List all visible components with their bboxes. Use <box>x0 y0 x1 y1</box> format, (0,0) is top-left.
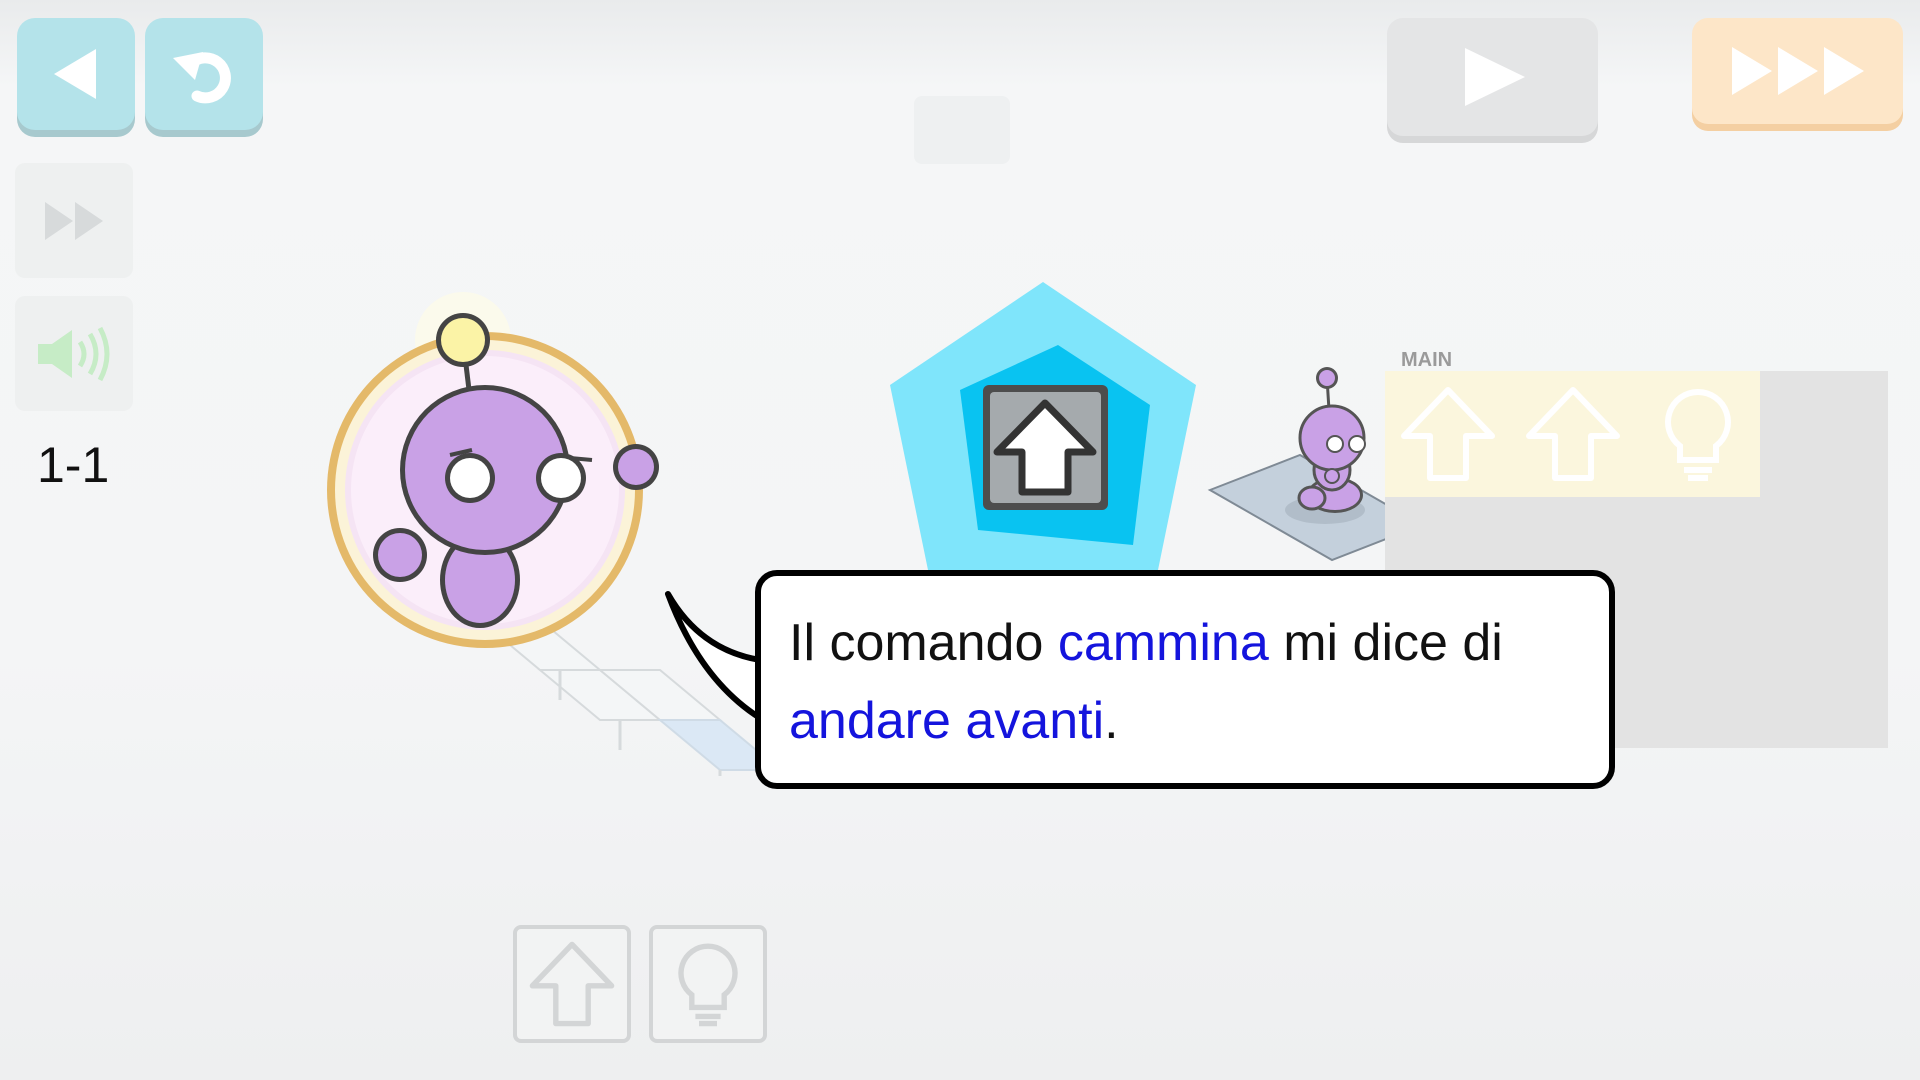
walk-command-highlight <box>890 282 1196 570</box>
back-button[interactable] <box>17 18 135 130</box>
dialog-bubble: Il comando cammina mi dice di andare ava… <box>755 570 1615 789</box>
lightbulb-icon <box>678 943 738 1027</box>
command-light[interactable] <box>649 925 767 1043</box>
dialog-text-3: . <box>1104 692 1119 750</box>
dialog-highlight-forward: andare avanti <box>789 692 1105 750</box>
undo-button[interactable] <box>145 18 263 130</box>
dialog-text-2: mi dice di <box>1268 614 1503 672</box>
fast-forward-button[interactable] <box>1692 18 1903 124</box>
sound-button[interactable] <box>15 296 133 411</box>
play-button[interactable] <box>1387 18 1598 136</box>
dialog-highlight-walk: cammina <box>1057 614 1269 672</box>
back-triangle-icon <box>54 49 96 99</box>
program-slot-light[interactable] <box>1648 384 1748 484</box>
hint-box <box>914 96 1010 164</box>
level-label: 1-1 <box>37 437 110 493</box>
program-title: MAIN <box>1401 349 1453 371</box>
walk-arrow-icon <box>529 941 615 1027</box>
play-icon <box>1464 48 1525 106</box>
program-slot-walk-2[interactable] <box>1523 384 1623 484</box>
triple-arrow-icon <box>1731 47 1864 95</box>
skip-button[interactable] <box>15 163 133 278</box>
program-slots <box>1385 371 1760 497</box>
dialog-text-1: Il comando <box>789 614 1058 672</box>
robot-portrait <box>327 292 659 648</box>
command-walk[interactable] <box>513 925 631 1043</box>
skip-icon <box>45 201 103 240</box>
program-slot-walk-1[interactable] <box>1398 384 1498 484</box>
speaker-icon <box>38 326 110 381</box>
undo-icon <box>173 52 231 104</box>
